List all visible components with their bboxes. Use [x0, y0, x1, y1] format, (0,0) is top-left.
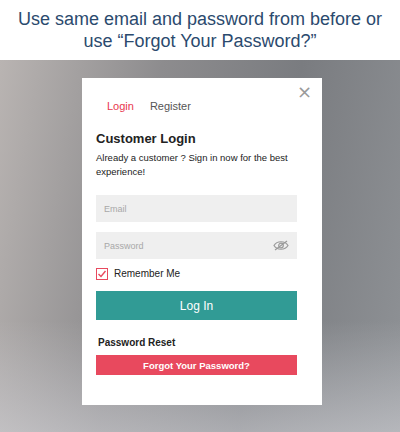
remember-checkbox[interactable]: Remember Me — [96, 267, 297, 281]
tab[interactable]: Login — [107, 98, 134, 114]
login-button[interactable]: Log In — [96, 291, 297, 320]
forgot-password-button[interactable]: Forgot Your Password? — [96, 355, 297, 375]
input-field — [96, 232, 297, 259]
eye-icon[interactable] — [273, 240, 289, 251]
checkbox-label: Remember Me — [114, 267, 180, 281]
page-background: × Login Register Customer Login Already a cu… — [0, 60, 400, 432]
dialog-title: Customer Login — [96, 131, 297, 147]
instruction-text: Use same email and password from before … — [14, 8, 386, 52]
form-fields — [96, 195, 297, 259]
dialog-subtitle: Already a customer ? Sign in now for the… — [96, 151, 297, 179]
text-input[interactable] — [96, 197, 297, 221]
input-field — [96, 195, 297, 222]
login-dialog: × Login Register Customer Login Already a cu… — [82, 78, 322, 405]
checkbox[interactable] — [96, 268, 108, 280]
text-input[interactable] — [96, 234, 273, 258]
tab[interactable]: Register — [150, 98, 191, 114]
check-icon — [97, 269, 107, 279]
screen: Use same email and password from before … — [0, 0, 400, 432]
tab-bar: Login Register — [96, 98, 297, 114]
close-button[interactable]: × — [295, 82, 314, 102]
instruction-banner: Use same email and password from before … — [0, 0, 400, 60]
password-reset-heading: Password Reset — [96, 336, 297, 350]
